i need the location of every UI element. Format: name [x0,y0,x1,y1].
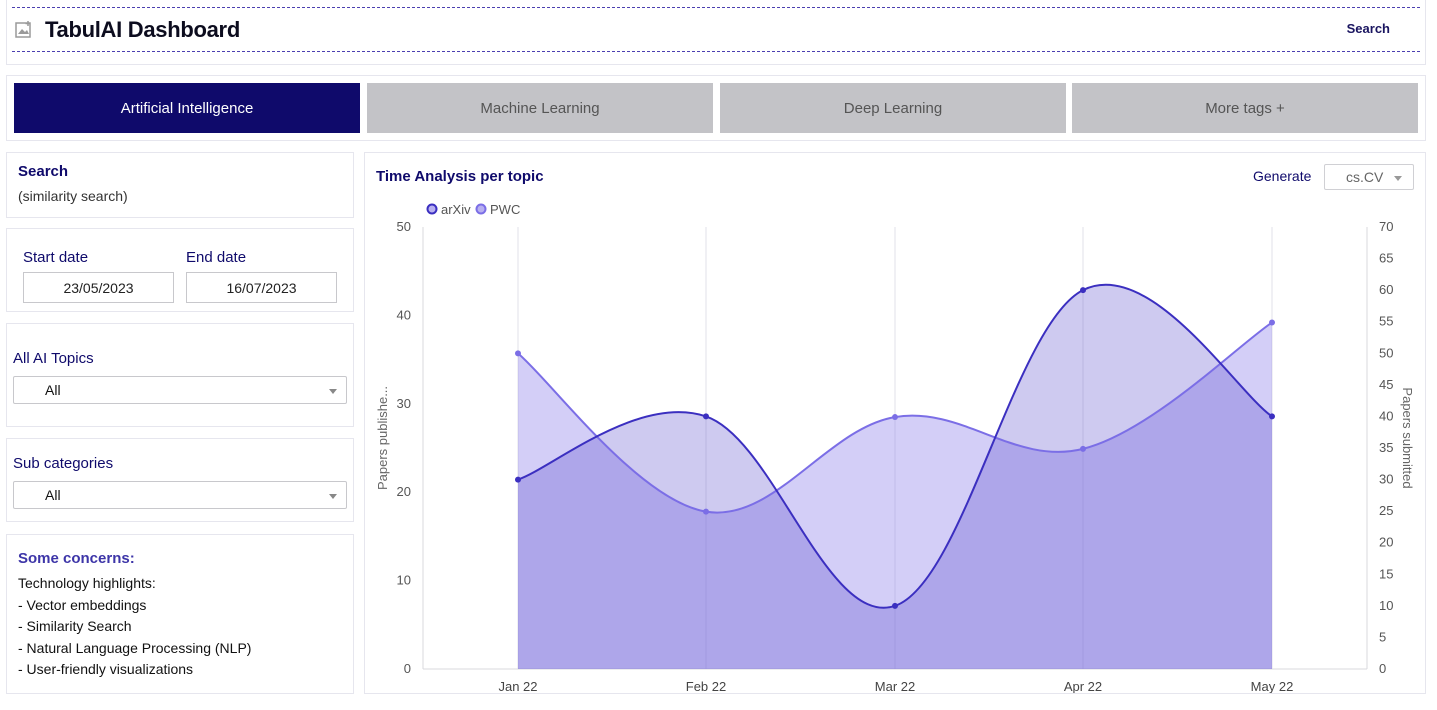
arxiv-point [515,476,521,483]
x-tick-label: Feb 22 [686,679,726,693]
arxiv-legend-marker [426,203,438,215]
search-title: Search [18,163,69,180]
y-tick-label-right: 70 [1379,219,1393,234]
header-search-link[interactable]: Search [1347,21,1390,36]
start-date-input[interactable]: 23/05/2023 [23,272,174,303]
list-item: - User-friendly visualizations [18,661,194,677]
app-header: TabulAI Dashboard Search [6,0,1426,65]
date-range-panel: Start date End date 23/05/2023 16/07/202… [6,228,354,312]
search-panel[interactable]: Search (similarity search) [6,152,354,218]
search-subtitle: (similarity search) [18,188,128,204]
chevron-down-icon [329,494,337,499]
y-tick-label-right: 40 [1379,408,1393,423]
y-tick-label-left: 40 [397,307,411,322]
y-tick-label-right: 35 [1379,440,1393,455]
y-tick-label-left: 0 [404,661,411,676]
app-title: TabulAI Dashboard [45,17,240,42]
topics-panel: All AI Topics All [6,323,354,427]
pwc-legend-marker [475,203,487,215]
topics-label: All AI Topics [13,350,94,367]
y-tick-label-right: 65 [1379,251,1393,266]
pwc-point [1269,319,1275,326]
tab-artificial-intelligence[interactable]: Artificial Intelligence [14,83,360,133]
time-analysis-chart: 0 10 20 30 40 50 0 5 10 15 20 25 30 35 40 45 50 55 60 65 70 J… [375,202,1415,693]
y-tick-label-right: 50 [1379,345,1393,360]
list-item: - Similarity Search [18,618,132,634]
y-tick-label-right: 15 [1379,566,1393,581]
concerns-list: Technology highlights: - Vector embeddin… [18,573,251,681]
y-tick-label-right: 20 [1379,535,1393,550]
subcategories-label: Sub categories [13,455,114,472]
arxiv-legend-label: arXiv [441,202,471,217]
tab-machine-learning[interactable]: Machine Learning [367,83,713,133]
list-item: - Natural Language Processing (NLP) [18,639,252,656]
y-axis-title-right: Papers submitted [1400,387,1415,488]
concerns-panel: Some concerns: Technology highlights: - … [6,534,354,694]
pwc-point [1080,445,1086,452]
y-tick-label-right: 25 [1379,503,1393,518]
image-icon [15,21,31,38]
pwc-point [892,414,898,421]
y-axis-title-left: Papers publishe... [375,386,390,490]
y-tick-label-right: 30 [1379,472,1393,487]
time-analysis-panel: Time Analysis per topic Generate cs.CV 0… [364,152,1426,694]
arxiv-point [1080,287,1086,294]
list-item: Technology highlights: [18,575,156,591]
concerns-title: Some concerns: [18,550,135,567]
y-tick-label-right: 5 [1379,629,1386,644]
x-tick-label: Mar 22 [875,679,915,693]
arxiv-point [892,602,898,609]
topic-tabs: Artificial Intelligence Machine Learning… [6,75,1426,141]
end-date-label: End date [186,249,247,266]
header-bar: TabulAI Dashboard Search [12,7,1420,52]
x-tick-label: Apr 22 [1064,679,1102,693]
tab-deep-learning[interactable]: Deep Learning [720,83,1066,133]
start-date-label: Start date [23,249,89,266]
y-tick-label-right: 45 [1379,377,1393,392]
pwc-point [703,508,709,515]
y-tick-label-right: 10 [1379,598,1393,613]
subcategories-selected-value: All [45,487,61,503]
y-tick-label-right: 55 [1379,314,1393,329]
end-date-input[interactable]: 16/07/2023 [186,272,337,303]
list-item: - Vector embeddings [18,596,147,613]
subcategories-select[interactable]: All [13,481,347,509]
y-tick-label-left: 10 [397,573,411,588]
arxiv-point [1269,413,1275,420]
y-tick-label-right: 60 [1379,282,1393,297]
y-tick-label-left: 30 [397,396,411,411]
topics-select[interactable]: All [13,376,347,404]
arxiv-point [703,413,709,420]
x-tick-label: Jan 22 [498,679,537,693]
chevron-down-icon [329,389,337,394]
pwc-point [515,350,521,357]
x-tick-label: May 22 [1251,679,1294,693]
y-tick-label-left: 50 [397,219,411,234]
y-tick-label-right: 0 [1379,661,1386,676]
tab-more-tags[interactable]: More tags + [1072,83,1418,133]
y-tick-label-left: 20 [397,484,411,499]
subcategories-panel: Sub categories All [6,438,354,522]
topics-selected-value: All [45,382,61,398]
pwc-legend-label: PWC [490,202,520,217]
